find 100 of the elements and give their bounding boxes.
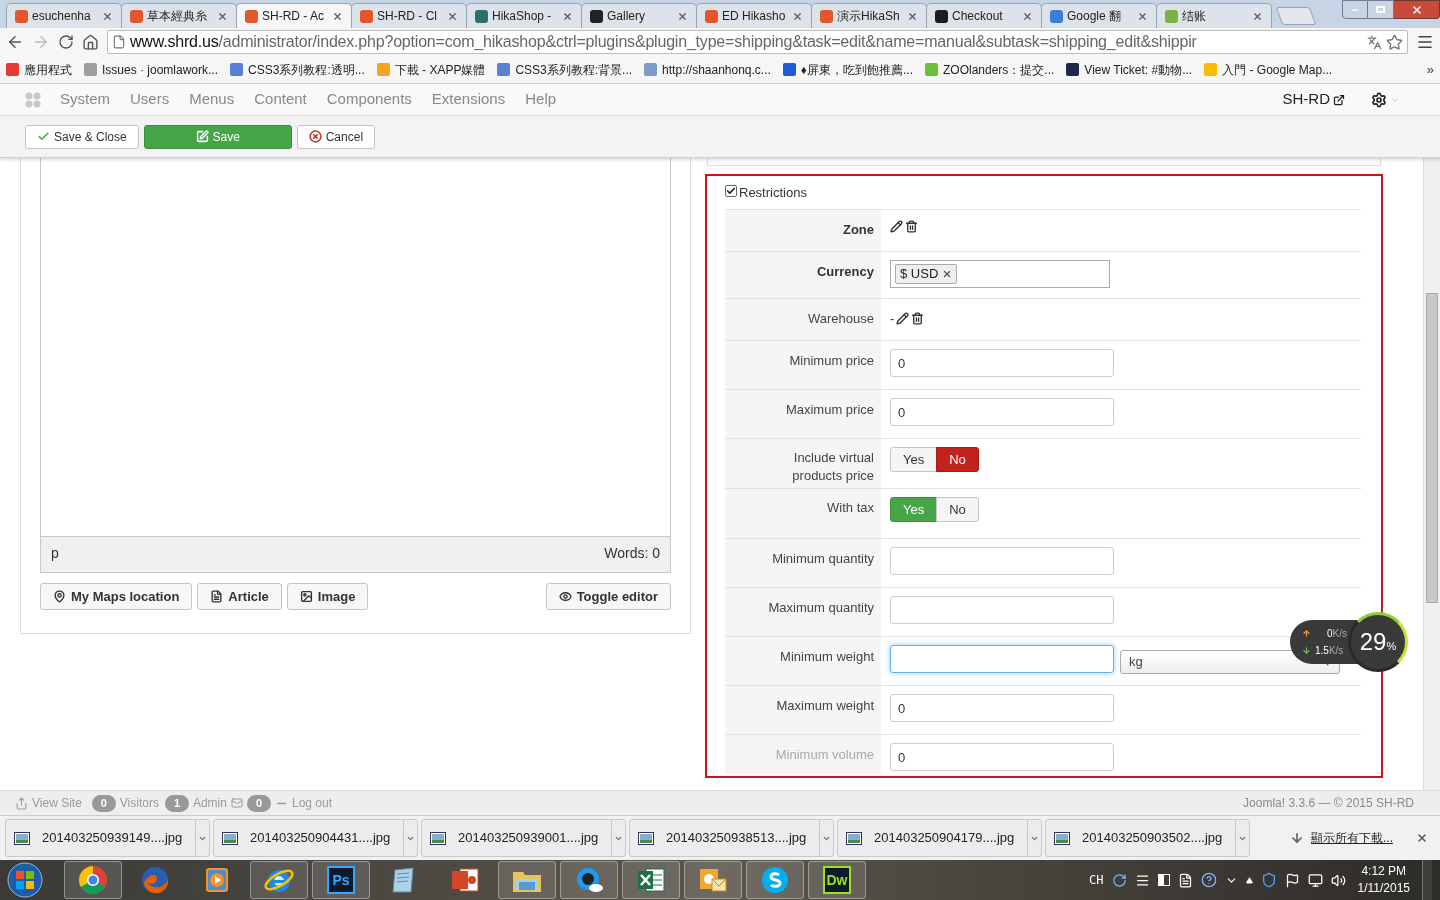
ime-icon[interactable] [1134, 872, 1150, 888]
back-icon[interactable] [6, 33, 24, 51]
delete-icon[interactable] [911, 312, 925, 326]
show-desktop-button[interactable] [1422, 860, 1432, 900]
browser-tab[interactable]: Checkout [926, 3, 1042, 28]
show-hidden-icons[interactable] [1245, 876, 1253, 884]
currency-field[interactable]: $ USD [890, 260, 1110, 288]
show-all-downloads-link[interactable]: 顯示所有下載... [1311, 829, 1393, 847]
browser-tab[interactable]: ED Hikasho [696, 3, 812, 28]
shield-icon[interactable] [1260, 872, 1277, 888]
browser-tab[interactable]: SH-RD - Cl [351, 3, 467, 28]
text-field[interactable]: 0 [890, 743, 1114, 771]
close-icon[interactable] [447, 10, 458, 22]
close-icon[interactable] [332, 10, 343, 22]
edit-icon[interactable] [896, 312, 910, 326]
settings-menu[interactable] [1371, 91, 1400, 108]
maximize-button[interactable] [1368, 0, 1394, 19]
home-icon[interactable] [82, 33, 99, 51]
bookmark[interactable]: 入門 - Google Map... [1204, 60, 1333, 79]
download-item[interactable]: 201403250939149....jpg [5, 819, 210, 857]
browser-tab[interactable]: SH-RD - Ac [236, 3, 352, 28]
text-field[interactable] [890, 547, 1114, 575]
scrollbar[interactable] [1423, 158, 1440, 790]
edit-icon[interactable] [890, 220, 903, 233]
flag-icon[interactable] [1284, 872, 1300, 888]
taskbar-button[interactable] [560, 861, 618, 899]
close-icon[interactable] [1252, 10, 1263, 22]
menu-item[interactable]: Help [525, 88, 557, 111]
download-item[interactable]: 201403250904179....jpg [837, 819, 1042, 857]
menu-icon[interactable] [1416, 33, 1434, 51]
close-button[interactable] [1394, 0, 1440, 19]
download-item[interactable]: 201403250903502....jpg [1045, 819, 1250, 857]
browser-tab[interactable]: esuchenha [6, 3, 122, 28]
browser-tab[interactable]: Gallery [581, 3, 697, 28]
browser-tab[interactable]: 结账 [1156, 3, 1272, 28]
menu-item[interactable]: System [60, 88, 110, 111]
taskbar-button[interactable]: Ps [312, 861, 370, 899]
close-icon[interactable] [792, 10, 803, 22]
close-icon[interactable] [1022, 10, 1033, 22]
close-icon[interactable] [1137, 10, 1148, 22]
taskbar-button[interactable]: Dw [808, 861, 866, 899]
translate-icon[interactable] [1367, 34, 1382, 50]
document-icon[interactable] [1177, 872, 1193, 888]
bookmark[interactable]: ZOOlanders：提交... [925, 60, 1055, 79]
currency-tag[interactable]: $ USD [895, 264, 958, 284]
address-field[interactable]: www.shrd.us/administrator/index.php?option=com_hikashop&ctrl=plugins&plugin_type=shipping&task=edit&name=manual&subtask=shipping_edit&shippir [107, 30, 1408, 54]
contrast-icon[interactable] [1157, 874, 1170, 886]
bookmark[interactable]: Issues · joomlawork... [84, 60, 219, 79]
browser-tab[interactable]: HikaShop - [466, 3, 582, 28]
close-icon[interactable] [217, 10, 228, 22]
editor-button[interactable]: My Maps location [40, 583, 193, 610]
taskbar-button[interactable] [622, 861, 680, 899]
close-icon[interactable] [102, 10, 113, 22]
remove-icon[interactable] [942, 269, 953, 279]
close-icon[interactable] [562, 10, 573, 22]
bookmark[interactable]: View Ticket: #動物... [1066, 60, 1193, 79]
bookmark[interactable]: 應用程式 [6, 60, 72, 79]
text-field[interactable] [890, 645, 1114, 673]
toggle-option[interactable]: Yes [890, 447, 938, 472]
toggle-option[interactable]: No [936, 447, 979, 472]
download-item[interactable]: 201403250904431....jpg [213, 819, 418, 857]
browser-tab[interactable]: 演示HikaSh [811, 3, 927, 28]
browser-tab[interactable]: Google 翻 [1041, 3, 1157, 28]
toggle-option[interactable]: No [936, 497, 979, 522]
more-bookmarks[interactable]: » [1426, 59, 1434, 80]
bookmark[interactable]: CSS3系列教程:背景... [497, 60, 633, 79]
editor-button[interactable]: Article [197, 583, 282, 610]
reload-icon[interactable] [58, 34, 74, 50]
menu-item[interactable]: Components [326, 88, 412, 111]
bookmark[interactable]: CSS3系列教程:透明... [230, 60, 365, 79]
clock[interactable]: 4:12 PM 1/11/2015 [1357, 863, 1410, 897]
toolbar-button[interactable]: Save & Close [25, 124, 139, 149]
help-icon[interactable] [1200, 872, 1217, 888]
editor-button[interactable]: Toggle editor [545, 583, 671, 610]
site-link[interactable]: SH-RD [1282, 88, 1345, 111]
editor-button[interactable]: Image [286, 583, 369, 610]
close-icon[interactable] [907, 10, 918, 22]
close-icon[interactable] [677, 10, 688, 22]
delete-icon[interactable] [905, 220, 918, 233]
browser-tab[interactable]: 草本經典糸 [121, 3, 237, 28]
toolbar-button[interactable]: Cancel [296, 124, 376, 149]
text-field[interactable]: 0 [890, 694, 1114, 722]
bookmark[interactable]: ♦屏東，吃到飽推薦... [782, 60, 913, 79]
minimize-button[interactable] [1342, 0, 1368, 19]
menu-item[interactable]: Menus [189, 88, 235, 111]
download-item[interactable]: 201403250939001....jpg [421, 819, 626, 857]
text-field[interactable]: 0 [890, 349, 1114, 377]
text-field[interactable]: 0 [890, 398, 1114, 426]
volume-icon[interactable] [1330, 872, 1346, 888]
bookmark[interactable]: http://shaanhonq.c... [644, 60, 771, 79]
network-icon[interactable] [1307, 872, 1323, 888]
checkbox[interactable] [725, 185, 737, 197]
download-item[interactable]: 201403250938513....jpg [629, 819, 834, 857]
bookmark[interactable]: 下載 - XAPP媒體 [376, 60, 486, 79]
close-icon[interactable] [1416, 832, 1428, 844]
language-indicator[interactable]: CH [1089, 871, 1104, 889]
sync-icon[interactable] [1111, 872, 1127, 888]
text-field[interactable] [890, 596, 1114, 624]
bookmark-star-icon[interactable] [1386, 33, 1403, 51]
start-button[interactable] [6, 861, 44, 899]
